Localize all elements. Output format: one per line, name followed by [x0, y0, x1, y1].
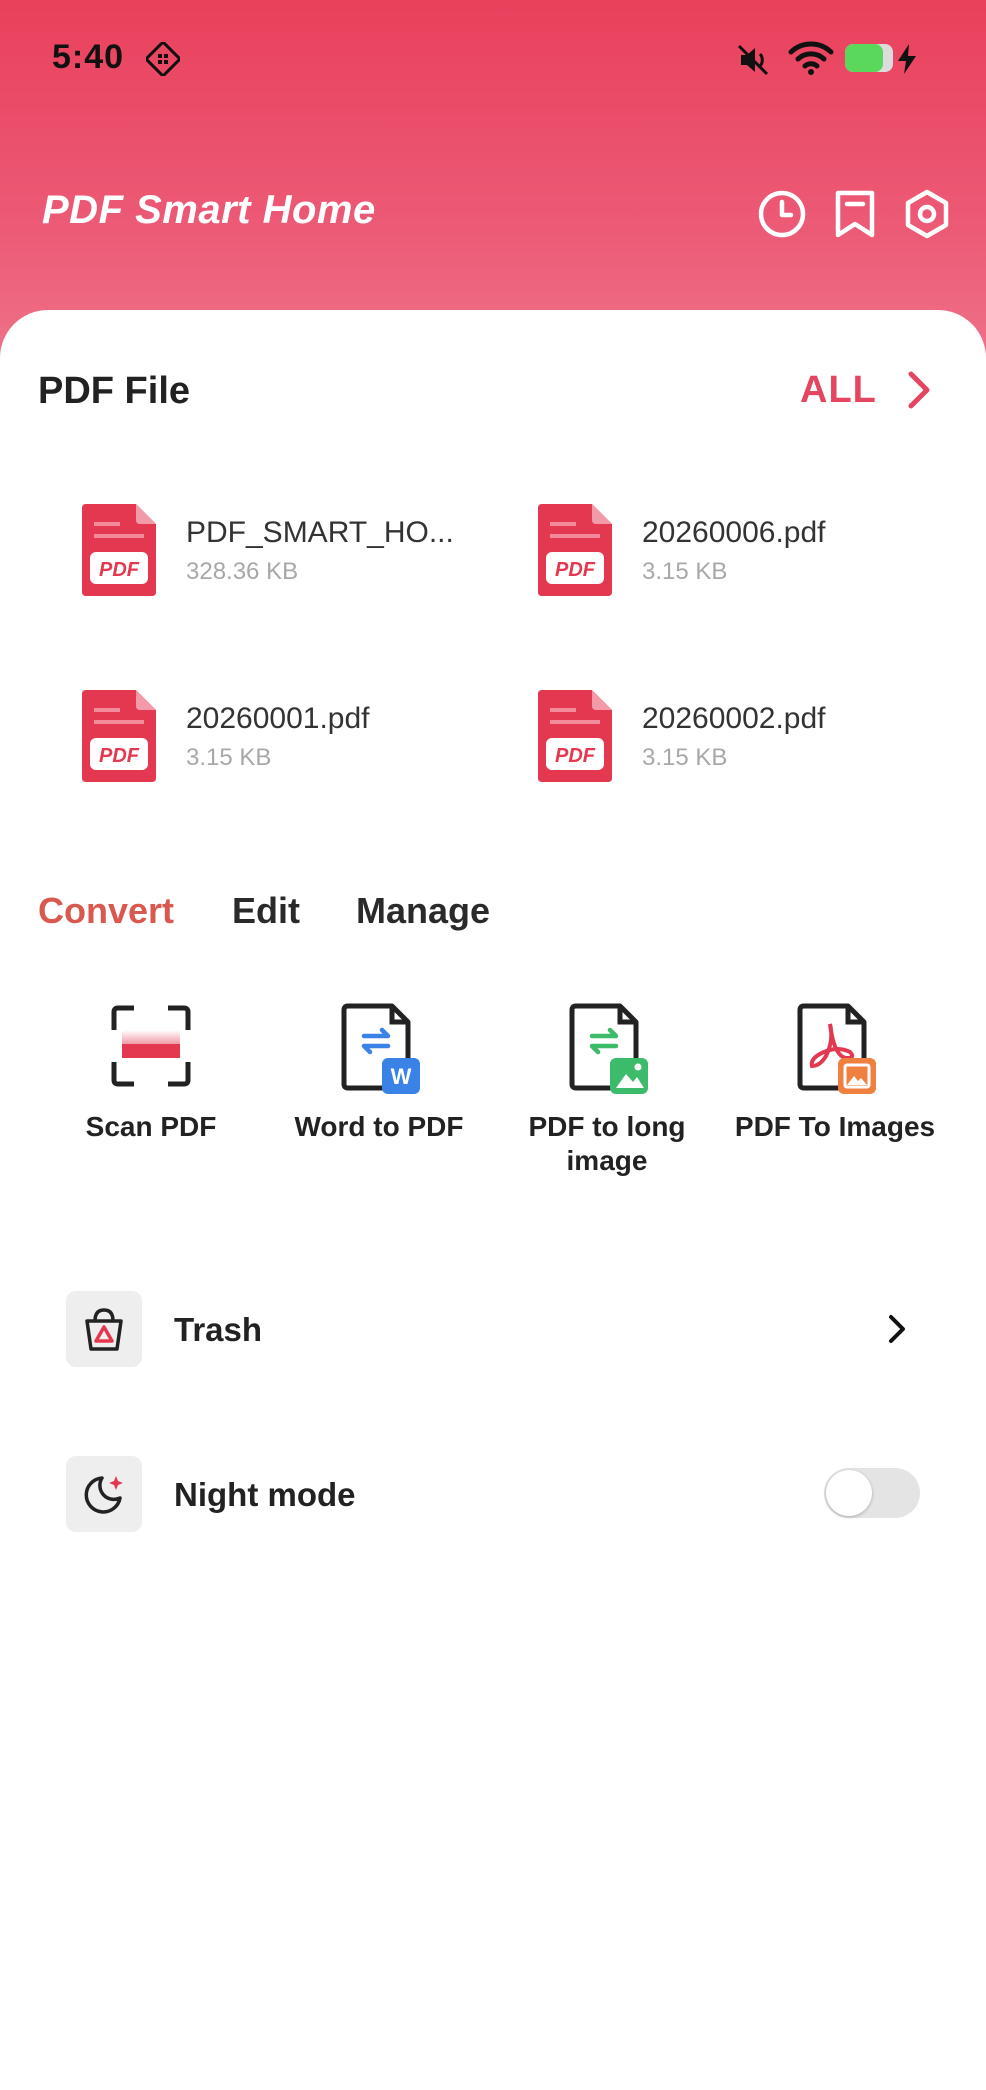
app-header: 5:40 PDF Smart Home — [0, 0, 986, 360]
app-title: PDF Smart Home — [42, 188, 376, 232]
file-item[interactable]: PDF 20260002.pdf 3.15 KB — [536, 688, 956, 788]
night-mode-label: Night mode — [174, 1476, 356, 1513]
pdf-file-icon: PDF — [82, 504, 156, 596]
trash-icon — [85, 1308, 123, 1351]
history-button[interactable] — [756, 188, 808, 240]
trash-icon-tile — [66, 1291, 142, 1367]
svg-text:PDF: PDF — [99, 559, 140, 581]
file-item[interactable]: PDF 20260001.pdf 3.15 KB — [80, 688, 500, 788]
qr-notification-icon — [146, 42, 180, 76]
svg-text:PDF: PDF — [555, 745, 596, 767]
scan-pdf-tool[interactable]: Scan PDF — [37, 1000, 265, 1144]
trash-label: Trash — [174, 1311, 263, 1348]
settings-icon — [905, 189, 949, 239]
all-files-label: ALL — [800, 368, 877, 411]
file-size: 3.15 KB — [186, 744, 272, 771]
toggle-knob — [826, 1470, 872, 1516]
file-name: 20260002.pdf — [642, 702, 826, 735]
bookmark-icon — [835, 190, 875, 238]
file-size: 328.36 KB — [186, 558, 299, 585]
status-bar: 5:40 — [0, 0, 986, 118]
word-to-pdf-icon: W — [341, 1003, 420, 1094]
file-item[interactable]: PDF 20260006.pdf 3.15 KB — [536, 502, 956, 602]
svg-text:PDF: PDF — [99, 745, 140, 767]
chevron-right-icon — [908, 371, 930, 409]
tool-label: PDF To Images — [734, 1111, 936, 1142]
wifi-icon — [788, 41, 834, 75]
moon-icon-tile — [66, 1456, 142, 1532]
tool-label: PDF to long image — [528, 1111, 686, 1176]
pdf-file-section-title: PDF File — [38, 370, 191, 412]
file-item[interactable]: PDF PDF_SMART_HO... 328.36 KB — [80, 502, 500, 602]
pdf-to-long-image-tool[interactable]: PDF to long image — [493, 1000, 721, 1178]
pdf-file-icon: PDF — [82, 690, 156, 782]
pdf-file-icon: PDF — [538, 690, 612, 782]
file-name: 20260006.pdf — [642, 516, 826, 549]
pdf-to-images-tool[interactable]: PDF To Images — [721, 1000, 949, 1144]
all-files-link[interactable]: ALL — [800, 368, 933, 412]
night-mode-row: Night mode — [66, 1456, 922, 1536]
file-name: 20260001.pdf — [186, 702, 370, 735]
tab-edit[interactable]: Edit — [232, 890, 300, 932]
file-size: 3.15 KB — [642, 744, 728, 771]
settings-button[interactable] — [901, 188, 953, 240]
chevron-right-icon — [889, 1315, 905, 1343]
svg-text:PDF: PDF — [555, 559, 596, 581]
pdf-to-long-image-icon — [569, 1003, 648, 1094]
history-icon — [758, 190, 806, 238]
bookmark-button[interactable] — [829, 188, 881, 240]
trash-row[interactable]: Trash — [66, 1291, 922, 1371]
tool-label: Word to PDF — [294, 1111, 464, 1142]
word-to-pdf-tool[interactable]: W Word to PDF — [265, 1000, 493, 1144]
night-mode-toggle[interactable] — [824, 1468, 920, 1518]
pdf-to-images-icon — [797, 1003, 876, 1094]
scan-icon — [111, 1005, 191, 1087]
tool-label: Scan PDF — [85, 1111, 217, 1142]
tab-convert[interactable]: Convert — [38, 890, 174, 932]
battery-level — [845, 44, 884, 72]
svg-text:W: W — [391, 1064, 412, 1089]
pdf-file-icon: PDF — [538, 504, 612, 596]
mute-icon — [737, 44, 769, 76]
status-time: 5:40 — [52, 38, 125, 76]
moon-icon — [84, 1476, 123, 1514]
tab-manage[interactable]: Manage — [356, 890, 490, 932]
charging-icon — [898, 44, 916, 74]
battery-icon — [845, 44, 893, 72]
file-name: PDF_SMART_HO... — [186, 516, 454, 549]
file-size: 3.15 KB — [642, 558, 728, 585]
